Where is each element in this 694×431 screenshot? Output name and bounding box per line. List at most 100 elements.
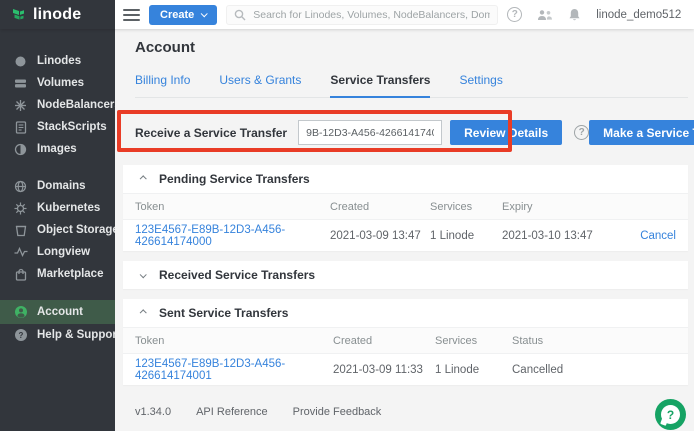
cell-status: Cancelled bbox=[512, 364, 676, 376]
help-support-icon: ? bbox=[13, 328, 28, 342]
api-reference-link[interactable]: API Reference bbox=[196, 406, 268, 418]
help-chat-fab[interactable]: ? bbox=[655, 399, 686, 430]
cell-created: 2021-03-09 11:33 bbox=[333, 364, 435, 376]
cancel-transfer-link[interactable]: Cancel bbox=[625, 230, 676, 242]
notifications-bell-icon[interactable] bbox=[568, 8, 581, 22]
create-button[interactable]: Create bbox=[149, 5, 217, 25]
received-transfers-card: Received Service Transfers bbox=[123, 261, 688, 289]
sidebar-item-longview[interactable]: Longview bbox=[0, 241, 115, 263]
transfer-token-input[interactable] bbox=[298, 120, 442, 145]
tab-service-transfers[interactable]: Service Transfers bbox=[330, 73, 430, 98]
column-header-token: Token bbox=[135, 201, 330, 213]
collapse-chevron-icon bbox=[140, 309, 147, 316]
make-service-transfer-button[interactable]: Make a Service Transfer bbox=[589, 120, 694, 145]
topbar-icons: ? linode_demo512 bbox=[507, 6, 694, 23]
column-header-status: Status bbox=[512, 335, 676, 347]
search-icon bbox=[234, 9, 246, 21]
column-header-created: Created bbox=[333, 335, 435, 347]
sidebar-item-label: Longview bbox=[37, 246, 90, 258]
nodebalancers-icon bbox=[13, 99, 28, 112]
column-header-created: Created bbox=[330, 201, 430, 213]
pending-transfers-card: Pending Service Transfers Token Created … bbox=[123, 165, 688, 251]
sidebar-item-help-support[interactable]: ? Help & Support bbox=[0, 324, 115, 346]
images-icon bbox=[13, 143, 28, 156]
account-icon bbox=[13, 305, 28, 319]
sidebar-item-label: Account bbox=[37, 306, 83, 318]
sidebar-item-account[interactable]: Account bbox=[0, 300, 115, 324]
app-version: v1.34.0 bbox=[135, 406, 171, 418]
sidebar-item-kubernetes[interactable]: Kubernetes bbox=[0, 197, 115, 219]
sidebar-item-stackscripts[interactable]: StackScripts bbox=[0, 116, 115, 138]
expand-chevron-icon bbox=[140, 271, 147, 278]
transfer-token-link[interactable]: 123E4567-E89B-12D3-A456-426614174001 bbox=[135, 358, 333, 382]
sidebar-item-object-storage[interactable]: Object Storage bbox=[0, 219, 115, 241]
column-header-services: Services bbox=[430, 201, 502, 213]
sidebar-divider bbox=[0, 285, 115, 300]
username[interactable]: linode_demo512 bbox=[596, 9, 681, 21]
sidebar: Linodes Volumes NodeBalancers bbox=[0, 29, 115, 431]
object-storage-icon bbox=[13, 224, 28, 237]
sidebar-item-label: Images bbox=[37, 143, 77, 155]
marketplace-icon bbox=[13, 268, 28, 281]
tab-settings[interactable]: Settings bbox=[459, 73, 502, 97]
topbar: linode Create ? bbox=[0, 0, 694, 29]
pending-table-header: Token Created Services Expiry bbox=[123, 193, 688, 220]
svg-text:?: ? bbox=[18, 331, 23, 340]
review-details-button[interactable]: Review Details bbox=[450, 120, 562, 145]
sidebar-item-label: NodeBalancers bbox=[37, 99, 121, 111]
sidebar-item-nodebalancers[interactable]: NodeBalancers bbox=[0, 94, 115, 116]
cell-created: 2021-03-09 13:47 bbox=[330, 230, 430, 242]
cell-expiry: 2021-03-10 13:47 bbox=[502, 230, 625, 242]
sent-transfers-header[interactable]: Sent Service Transfers bbox=[123, 299, 688, 327]
topbar-main: Create ? bbox=[115, 0, 694, 29]
chevron-down-icon bbox=[201, 10, 208, 17]
receive-transfer-row: Receive a Service Transfer Review Detail… bbox=[135, 120, 688, 145]
linodes-icon bbox=[13, 55, 28, 68]
sidebar-divider bbox=[0, 160, 115, 175]
sidebar-item-label: Object Storage bbox=[37, 224, 119, 236]
sidebar-item-label: StackScripts bbox=[37, 121, 107, 133]
tab-users-grants[interactable]: Users & Grants bbox=[219, 73, 301, 97]
pending-transfers-header[interactable]: Pending Service Transfers bbox=[123, 165, 688, 193]
search-bar[interactable] bbox=[226, 5, 498, 25]
domains-icon bbox=[13, 180, 28, 193]
sidebar-item-marketplace[interactable]: Marketplace bbox=[0, 263, 115, 285]
volumes-icon bbox=[13, 77, 28, 90]
tab-billing-info[interactable]: Billing Info bbox=[135, 73, 190, 97]
sent-table-header: Token Created Services Status bbox=[123, 327, 688, 354]
page-title: Account bbox=[135, 39, 195, 56]
transfer-sections: Pending Service Transfers Token Created … bbox=[123, 165, 688, 418]
linode-logo[interactable]: linode bbox=[0, 0, 115, 29]
column-header-services: Services bbox=[435, 335, 512, 347]
sidebar-item-label: Help & Support bbox=[37, 329, 121, 341]
sidebar-item-label: Domains bbox=[37, 180, 86, 192]
sidebar-item-label: Linodes bbox=[37, 55, 81, 67]
help-icon[interactable]: ? bbox=[507, 7, 522, 22]
sidebar-item-volumes[interactable]: Volumes bbox=[0, 72, 115, 94]
main-content: Account Billing Info Users & Grants Serv… bbox=[115, 29, 694, 431]
provide-feedback-link[interactable]: Provide Feedback bbox=[293, 406, 382, 418]
sent-transfers-card: Sent Service Transfers Token Created Ser… bbox=[123, 299, 688, 385]
receive-transfer-label: Receive a Service Transfer bbox=[135, 126, 287, 140]
column-header-expiry: Expiry bbox=[502, 201, 625, 213]
collapse-chevron-icon bbox=[140, 175, 147, 182]
cell-services: 1 Linode bbox=[435, 364, 512, 376]
section-title: Sent Service Transfers bbox=[159, 306, 288, 320]
section-title: Received Service Transfers bbox=[159, 268, 315, 282]
received-transfers-header[interactable]: Received Service Transfers bbox=[123, 261, 688, 289]
sidebar-item-label: Volumes bbox=[37, 77, 84, 89]
sidebar-item-linodes[interactable]: Linodes bbox=[0, 50, 115, 72]
transfer-token-link[interactable]: 123E4567-E89B-12D3-A456-426614174000 bbox=[135, 224, 330, 248]
menu-icon[interactable] bbox=[123, 7, 140, 23]
sidebar-item-domains[interactable]: Domains bbox=[0, 175, 115, 197]
linode-logo-icon bbox=[11, 7, 27, 23]
community-icon[interactable] bbox=[537, 9, 553, 21]
logo-text: linode bbox=[33, 6, 81, 24]
receive-help-icon[interactable]: ? bbox=[574, 125, 589, 140]
column-header-token: Token bbox=[135, 335, 333, 347]
longview-icon bbox=[13, 247, 28, 257]
sidebar-item-images[interactable]: Images bbox=[0, 138, 115, 160]
table-row: 123E4567-E89B-12D3-A456-426614174001 202… bbox=[123, 354, 688, 385]
search-input[interactable] bbox=[253, 9, 490, 21]
table-row: 123E4567-E89B-12D3-A456-426614174000 202… bbox=[123, 220, 688, 251]
